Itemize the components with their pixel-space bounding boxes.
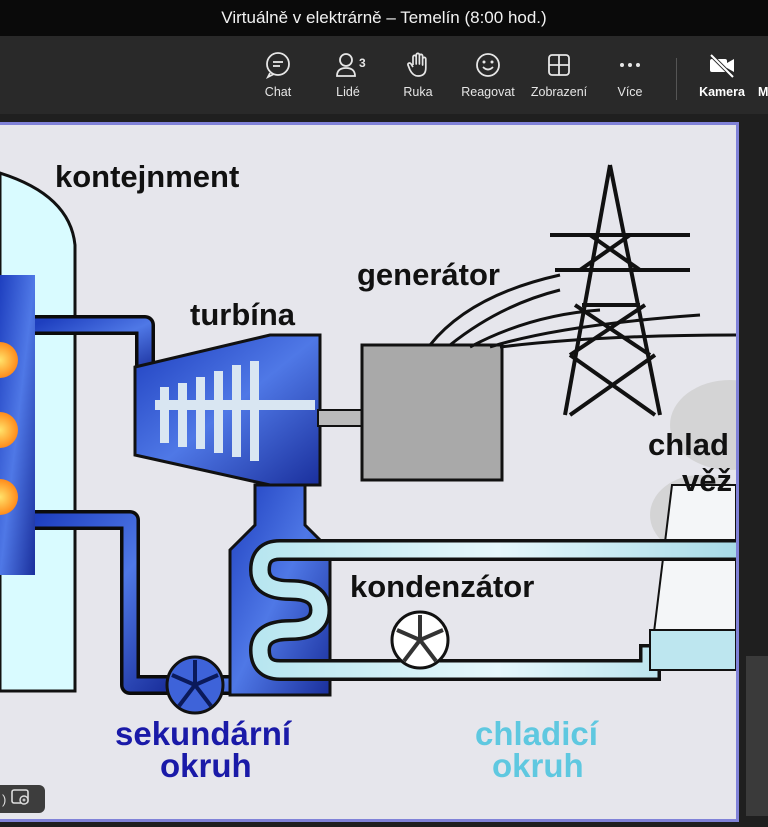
shared-video-frame: kontejnment turbína generátor chlad věž … bbox=[0, 122, 739, 822]
toolbar-divider bbox=[676, 58, 677, 100]
label-cooling-tower-1: chlad bbox=[648, 427, 729, 462]
pop-out-icon[interactable] bbox=[10, 788, 30, 811]
label-secondary-circuit-2: okruh bbox=[160, 747, 252, 784]
secondary-pump bbox=[165, 655, 225, 715]
people-count: 3 bbox=[359, 56, 366, 70]
react-label: Reagovat bbox=[461, 85, 515, 99]
chat-label: Chat bbox=[264, 85, 292, 99]
cooling-pump bbox=[390, 610, 450, 670]
react-button[interactable]: Reagovat bbox=[453, 50, 523, 108]
grid-icon bbox=[544, 50, 574, 80]
title-bar: Virtuálně v elektrárně – Temelín (8:00 h… bbox=[0, 0, 768, 36]
label-condenser: kondenzátor bbox=[350, 569, 534, 604]
smiley-icon bbox=[473, 50, 503, 80]
stage-control-partial-label: ) bbox=[2, 791, 7, 807]
stage-controls[interactable]: ) bbox=[0, 785, 45, 813]
more-dots-icon bbox=[615, 50, 645, 80]
people-button[interactable]: 3 Lidé bbox=[313, 50, 383, 108]
camera-label: Kamera bbox=[699, 85, 745, 99]
people-label: Lidé bbox=[336, 85, 360, 99]
view-label: Zobrazení bbox=[530, 85, 588, 99]
window-title: Virtuálně v elektrárně – Temelín (8:00 h… bbox=[221, 8, 547, 27]
mic-button-partial[interactable]: M bbox=[758, 50, 768, 108]
right-side-panel-edge bbox=[746, 656, 768, 816]
label-generator: generátor bbox=[357, 257, 500, 292]
mic-icon bbox=[758, 50, 768, 80]
label-cooling-tower-2: věž bbox=[682, 463, 732, 498]
label-cooling-circuit-2: okruh bbox=[492, 747, 584, 784]
hand-icon bbox=[403, 50, 433, 80]
camera-button[interactable]: Kamera bbox=[687, 50, 757, 108]
camera-off-icon bbox=[707, 50, 737, 80]
more-button[interactable]: Více bbox=[595, 50, 665, 108]
mic-label-partial: M bbox=[758, 85, 768, 99]
containment-vessel bbox=[0, 171, 77, 693]
label-containment: kontejnment bbox=[55, 159, 239, 194]
people-icon: 3 bbox=[333, 50, 366, 80]
view-button[interactable]: Zobrazení bbox=[524, 50, 594, 108]
power-plant-diagram: kontejnment turbína generátor chlad věž … bbox=[0, 125, 736, 819]
raise-hand-label: Ruka bbox=[403, 85, 433, 99]
more-label: Více bbox=[617, 85, 643, 99]
chat-bubble-icon bbox=[263, 50, 293, 80]
chat-button[interactable]: Chat bbox=[243, 50, 313, 108]
raise-hand-button[interactable]: Ruka bbox=[383, 50, 453, 108]
label-turbine: turbína bbox=[190, 297, 296, 332]
